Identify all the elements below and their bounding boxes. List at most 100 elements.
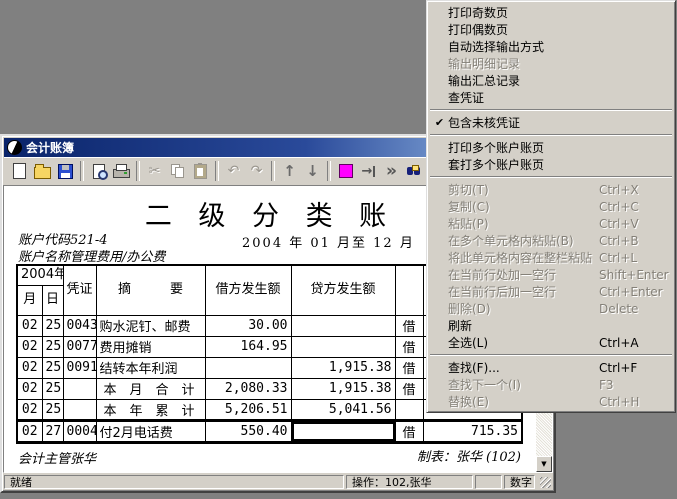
cell-month[interactable]: 02 [17,315,42,336]
menu-item[interactable]: 全选(L) Ctrl+A [429,334,673,351]
copy-button[interactable] [166,160,189,182]
cell-voucher[interactable]: 0043 [63,315,96,336]
open-button[interactable] [31,160,54,182]
menu-item[interactable]: 查凭证 [429,89,673,106]
account-name-line: 账户名称管理费用/办公费 [18,246,165,265]
cell-direction[interactable]: 借 [395,315,423,336]
menu-item[interactable]: 输出明细记录 [429,55,673,72]
menu-item[interactable]: 套打多个账户账页 [429,156,673,173]
menu-item-label: 刷新 [448,317,599,334]
cell-voucher[interactable]: 0004 [63,420,96,442]
cell-day[interactable]: 27 [42,420,63,442]
menu-item[interactable] [430,134,672,136]
print-button[interactable] [110,160,133,182]
menu-item[interactable]: 打印奇数页 [429,4,673,21]
cell-direction[interactable]: 借 [395,357,423,378]
find-in-book-button[interactable] [403,160,426,182]
header-summary: 摘 要 [96,265,205,315]
cell-credit[interactable]: 1,915.38 [291,378,395,399]
cell-voucher[interactable] [63,378,96,399]
menu-item[interactable]: 剪切(T) Ctrl+X [429,181,673,198]
menu-item[interactable] [430,176,672,178]
menu-item[interactable]: 在多个单元格内粘贴(B) Ctrl+B [429,232,673,249]
menu-item[interactable]: ✔ 包含未核凭证 [429,114,673,131]
cell-debit[interactable]: 164.95 [205,336,291,357]
menu-item[interactable]: 复制(C) Ctrl+C [429,198,673,215]
print-preview-button[interactable] [87,160,110,182]
menu-item[interactable]: 查找下一个(I) F3 [429,376,673,393]
cell-month[interactable]: 02 [17,378,42,399]
menu-item-label: 输出明细记录 [448,55,599,72]
cell-debit[interactable]: 550.40 [205,420,291,442]
cell-credit[interactable]: 1,915.38 [291,357,395,378]
last-page-button[interactable] [380,160,403,182]
menu-item[interactable] [430,354,672,356]
cell-credit[interactable]: 5,041.56 [291,399,395,420]
status-operator: 操作：102,张华 [346,475,473,489]
cell-summary[interactable]: 费用摊销 [96,336,205,357]
open-icon [34,167,51,179]
redo-button[interactable] [245,160,268,182]
cell-direction[interactable] [395,399,423,420]
menu-item[interactable]: 打印多个账户账页 [429,139,673,156]
cell-day[interactable]: 25 [42,399,63,420]
header-direction [395,265,423,315]
menu-item[interactable]: 替换(E) Ctrl+H [429,393,673,410]
move-down-button[interactable] [301,160,324,182]
menu-item[interactable]: 删除(D) Delete [429,300,673,317]
cell-summary[interactable]: 付2月电话费 [96,420,205,442]
menu-item[interactable]: 刷新 [429,317,673,334]
cell-summary[interactable]: 本 月 合 计 [96,378,205,399]
menu-item[interactable]: 输出汇总记录 [429,72,673,89]
paste-button[interactable] [189,160,212,182]
goto-button[interactable] [334,160,357,182]
cell-summary[interactable]: 购水泥钉、邮费 [96,315,205,336]
cell-debit[interactable]: 30.00 [205,315,291,336]
undo-button[interactable] [222,160,245,182]
cell-credit[interactable] [291,336,395,357]
new-button[interactable] [8,160,31,182]
menu-item[interactable]: 将此单元格内容在整栏粘贴 Ctrl+L [429,249,673,266]
cell-month[interactable]: 02 [17,399,42,420]
cell-summary[interactable]: 本 年 累 计 [96,399,205,420]
cell-credit[interactable] [291,420,395,442]
menu-item-label: 输出汇总记录 [448,72,599,89]
cell-month[interactable]: 02 [17,357,42,378]
menu-item[interactable]: 自动选择输出方式 [429,38,673,55]
cell-day[interactable]: 25 [42,315,63,336]
cell-credit[interactable] [291,315,395,336]
menu-item[interactable]: 在当前行后加一空行 Ctrl+Enter [429,283,673,300]
cell-voucher[interactable]: 0077 [63,336,96,357]
cell-day[interactable]: 25 [42,336,63,357]
context-menu: 打印奇数页 打印偶数页 自动选择输出方式 输出明细记录 输出汇总记录 [426,0,676,413]
cell-day[interactable]: 25 [42,378,63,399]
header-day: 日 [42,285,63,315]
menu-item[interactable] [430,109,672,111]
cell-direction[interactable]: 借 [395,420,423,442]
menu-item-label: 删除(D) [448,300,599,317]
scroll-down-button[interactable]: ▼ [536,456,552,472]
cell-voucher[interactable]: 0091 [63,357,96,378]
cell-balance[interactable]: 715.35 [423,420,522,442]
resize-grip[interactable] [537,475,552,489]
menu-item[interactable]: 粘贴(P) Ctrl+V [429,215,673,232]
cut-button[interactable] [143,160,166,182]
next-page-button[interactable] [357,160,380,182]
header-debit: 借方发生额 [205,265,291,315]
cell-debit[interactable] [205,357,291,378]
cell-direction[interactable]: 借 [395,336,423,357]
cell-debit[interactable]: 5,206.51 [205,399,291,420]
cell-month[interactable]: 02 [17,420,42,442]
cell-summary[interactable]: 结转本年利润 [96,357,205,378]
cell-debit[interactable]: 2,080.33 [205,378,291,399]
menu-item-label: 将此单元格内容在整栏粘贴 [448,249,599,266]
cell-month[interactable]: 02 [17,336,42,357]
menu-item[interactable]: 在当前行处加一空行 Shift+Enter [429,266,673,283]
save-button[interactable] [54,160,77,182]
menu-item[interactable]: 查找(F)... Ctrl+F [429,359,673,376]
cell-voucher[interactable] [63,399,96,420]
cell-day[interactable]: 25 [42,357,63,378]
cell-direction[interactable]: 借 [395,378,423,399]
menu-item[interactable]: 打印偶数页 [429,21,673,38]
move-up-button[interactable] [278,160,301,182]
